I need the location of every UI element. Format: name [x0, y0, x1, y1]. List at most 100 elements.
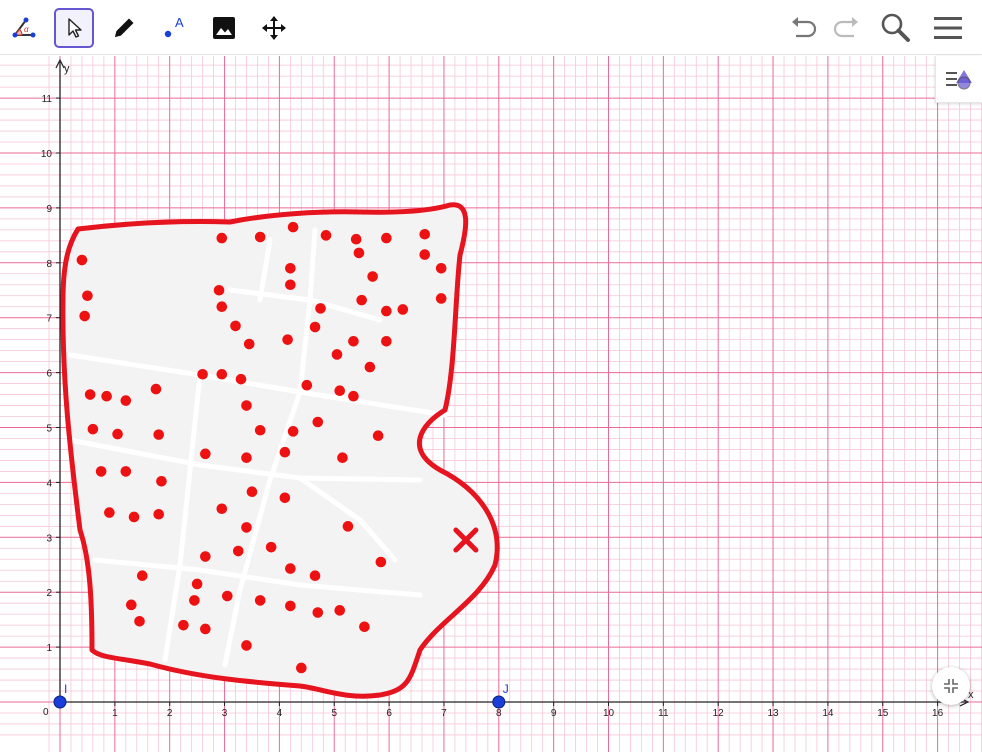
house-dot-62[interactable] [241, 522, 252, 533]
search-button[interactable] [876, 8, 916, 48]
house-dot-8[interactable] [381, 232, 392, 244]
house-dot-6[interactable] [320, 230, 332, 241]
house-dot-40[interactable] [120, 395, 132, 406]
text-tool-button[interactable]: A [154, 8, 194, 48]
house-dot-17[interactable] [216, 301, 228, 313]
house-dot-67[interactable] [375, 556, 387, 568]
house-dot-29[interactable] [331, 349, 343, 360]
house-dot-54[interactable] [120, 466, 132, 477]
house-dot-33[interactable] [235, 373, 247, 385]
style-bar-toggle-button[interactable] [935, 56, 982, 103]
house-dot-70[interactable] [285, 563, 296, 574]
point-I[interactable] [53, 695, 67, 709]
house-dot-46[interactable] [287, 426, 299, 437]
house-dot-47[interactable] [312, 416, 324, 428]
house-dot-50[interactable] [241, 452, 252, 463]
house-dot-32[interactable] [216, 368, 228, 380]
house-dot-84[interactable] [296, 662, 307, 674]
image-tool-button[interactable] [204, 8, 244, 48]
house-dot-31[interactable] [197, 368, 208, 380]
angle-tool-button[interactable]: α [4, 8, 44, 48]
house-dot-65[interactable] [232, 545, 244, 557]
house-dot-27[interactable] [348, 336, 359, 347]
house-dot-11[interactable] [419, 249, 431, 260]
house-dot-35[interactable] [334, 385, 346, 397]
house-dot-10[interactable] [353, 247, 365, 259]
house-dot-75[interactable] [254, 595, 266, 606]
house-dot-12[interactable] [285, 262, 296, 274]
house-dot-53[interactable] [95, 466, 107, 477]
point-J[interactable] [492, 695, 506, 709]
house-dot-48[interactable] [372, 430, 384, 442]
house-dot-1[interactable] [82, 290, 93, 302]
house-dot-15[interactable] [213, 284, 225, 296]
menu-button[interactable] [928, 8, 968, 48]
house-dot-74[interactable] [221, 590, 233, 602]
house-dot-41[interactable] [241, 400, 252, 411]
house-dot-82[interactable] [359, 621, 370, 633]
house-dot-7[interactable] [350, 233, 362, 245]
house-dot-20[interactable] [435, 293, 447, 304]
house-dot-83[interactable] [241, 640, 252, 651]
house-dot-38[interactable] [84, 389, 96, 400]
graphics-view[interactable]: xy0 1 2 3 4 5 6 7 8 9 10 11 12 13 14 15 161234567891011 … [0, 56, 982, 752]
fullscreen-toggle-button[interactable] [932, 667, 970, 705]
house-dot-51[interactable] [279, 446, 291, 458]
house-dot-13[interactable] [435, 262, 447, 274]
house-dot-80[interactable] [178, 619, 189, 631]
house-dot-16[interactable] [285, 279, 296, 291]
house-dot-66[interactable] [265, 541, 277, 553]
house-dot-37[interactable] [150, 383, 162, 395]
house-dot-60[interactable] [153, 508, 165, 520]
house-dot-78[interactable] [334, 605, 346, 616]
house-dot-23[interactable] [230, 320, 241, 332]
house-dot-24[interactable] [309, 321, 321, 333]
house-dot-25[interactable] [243, 338, 255, 350]
house-dot-63[interactable] [342, 521, 354, 532]
house-dot-57[interactable] [279, 492, 291, 504]
house-dot-43[interactable] [112, 428, 123, 440]
house-dot-14[interactable] [367, 271, 378, 282]
house-dot-44[interactable] [153, 429, 165, 440]
house-dot-68[interactable] [136, 570, 148, 582]
house-dot-28[interactable] [381, 336, 392, 347]
house-dot-3[interactable] [216, 232, 228, 244]
house-dot-81[interactable] [200, 623, 211, 635]
house-dot-39[interactable] [101, 390, 112, 402]
house-dot-55[interactable] [156, 476, 167, 487]
house-dot-52[interactable] [337, 452, 348, 463]
house-dot-22[interactable] [381, 305, 392, 317]
redo-button[interactable] [826, 8, 866, 48]
house-dot-36[interactable] [348, 390, 359, 402]
move-graphics-view-tool-button[interactable] [254, 8, 294, 48]
undo-button[interactable] [784, 8, 824, 48]
house-dot-34[interactable] [301, 379, 313, 391]
house-dot-77[interactable] [312, 607, 324, 618]
house-dot-30[interactable] [364, 361, 376, 373]
house-dot-76[interactable] [285, 600, 296, 612]
house-dot-4[interactable] [254, 231, 266, 243]
house-dot-69[interactable] [191, 578, 203, 590]
house-dot-73[interactable] [189, 595, 200, 606]
house-dot-59[interactable] [128, 511, 140, 523]
house-dot-18[interactable] [356, 294, 367, 306]
house-dot-2[interactable] [79, 310, 90, 322]
house-dot-42[interactable] [87, 423, 99, 435]
house-dot-21[interactable] [315, 303, 326, 314]
house-dot-56[interactable] [246, 486, 258, 498]
house-dot-0[interactable] [76, 254, 88, 266]
house-dot-71[interactable] [309, 570, 321, 582]
house-dot-79[interactable] [134, 615, 145, 627]
house-dot-49[interactable] [200, 448, 211, 460]
house-dot-26[interactable] [282, 334, 293, 345]
move-tool-button[interactable] [54, 8, 94, 48]
house-dot-9[interactable] [419, 228, 431, 240]
house-dot-61[interactable] [216, 503, 228, 515]
house-dot-5[interactable] [287, 221, 299, 233]
house-dot-58[interactable] [104, 507, 115, 518]
pen-tool-button[interactable] [104, 8, 144, 48]
house-dot-72[interactable] [126, 599, 137, 611]
house-dot-45[interactable] [254, 424, 266, 436]
house-dot-64[interactable] [200, 551, 211, 562]
house-dot-19[interactable] [397, 304, 409, 315]
